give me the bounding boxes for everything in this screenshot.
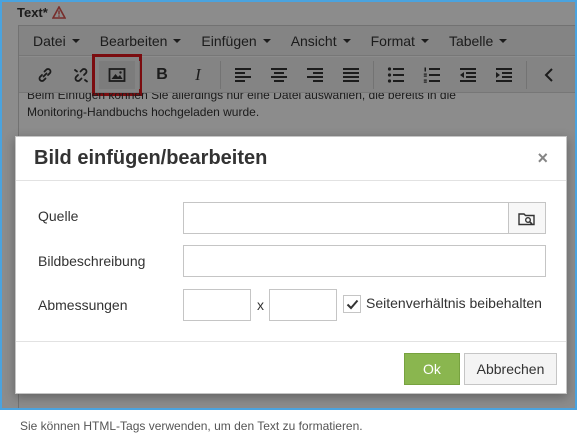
constrain-proportions-label: Seitenverhältnis beibehalten [366, 295, 542, 311]
width-input[interactable] [183, 289, 251, 321]
description-input[interactable] [183, 245, 546, 277]
help-text: Sie können HTML-Tags verwenden, um den T… [20, 419, 363, 433]
image-dialog: Bild einfügen/bearbeiten × Quelle Bildbe… [15, 136, 567, 394]
source-label: Quelle [38, 208, 79, 224]
browse-icon [518, 212, 535, 225]
description-label: Bildbeschreibung [38, 253, 146, 269]
dimensions-separator: x [257, 297, 264, 313]
dimensions-label: Abmessungen [38, 297, 128, 313]
browse-button[interactable] [508, 202, 546, 234]
checkmark-icon [346, 299, 358, 309]
close-icon[interactable]: × [537, 148, 548, 169]
source-input[interactable] [183, 202, 509, 234]
constrain-proportions-checkbox[interactable] [343, 295, 361, 313]
dialog-header: Bild einfügen/bearbeiten × [16, 137, 566, 181]
height-input[interactable] [269, 289, 337, 321]
ok-button[interactable]: Ok [404, 353, 460, 385]
dialog-footer: Ok Abbrechen [16, 341, 566, 393]
cancel-button[interactable]: Abbrechen [464, 353, 557, 385]
dialog-title: Bild einfügen/bearbeiten [34, 147, 268, 169]
